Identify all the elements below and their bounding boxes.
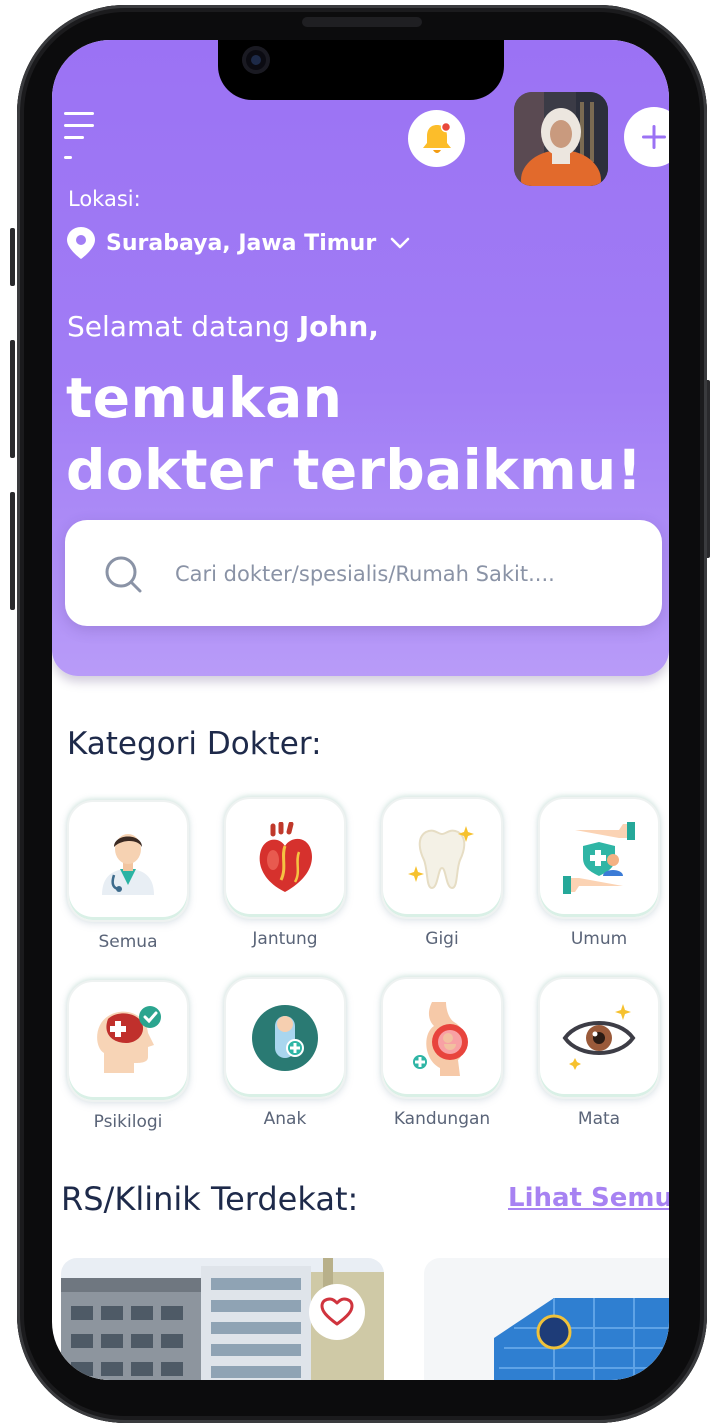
heart-outline-icon — [320, 1297, 354, 1326]
clinics-title: RS/Klinik Terdekat: — [61, 1180, 359, 1218]
headline-line-1: temukan — [66, 366, 343, 430]
search-icon[interactable] — [103, 554, 143, 594]
headline-line-2: dokter terbaikmu! — [66, 438, 643, 502]
category-psikologi[interactable]: Psikilogi — [66, 980, 190, 1132]
heart-organ-icon — [259, 822, 312, 892]
category-gigi[interactable]: Gigi — [380, 797, 504, 949]
plus-icon — [642, 125, 666, 149]
category-tile[interactable] — [224, 977, 346, 1099]
baby-icon — [252, 1005, 318, 1071]
add-button[interactable] — [624, 107, 669, 167]
greeting: Selamat datang John, — [67, 310, 379, 343]
search-bar[interactable] — [65, 520, 662, 628]
front-camera — [242, 46, 270, 74]
header-panel: Lokasi: Surabaya, Jawa Timur Selamat dat… — [52, 40, 669, 676]
category-label: Gigi — [425, 929, 459, 949]
user-photo — [514, 92, 608, 186]
app-screen: Lokasi: Surabaya, Jawa Timur Selamat dat… — [52, 40, 669, 1380]
page-title: temukan dokter terbaikmu! — [66, 362, 642, 506]
category-label: Umum — [570, 929, 628, 949]
category-tile[interactable] — [538, 977, 660, 1099]
category-kandungan[interactable]: Kandungan — [380, 977, 504, 1129]
brain-icon — [97, 1006, 161, 1073]
tooth-icon — [408, 826, 474, 890]
search-input[interactable] — [173, 520, 647, 628]
doctor-icon — [102, 834, 154, 895]
notification-button[interactable] — [408, 110, 465, 167]
phone-speaker — [302, 17, 422, 27]
see-all-link[interactable]: Lihat Semua — [508, 1183, 669, 1213]
category-label: Psikilogi — [93, 1112, 163, 1132]
location-selector[interactable]: Surabaya, Jawa Timur — [66, 226, 410, 260]
clinic-card[interactable] — [424, 1258, 669, 1380]
health-care-icon — [563, 822, 635, 894]
clinic-photo — [424, 1258, 669, 1380]
bell-icon — [422, 121, 451, 153]
menu-icon[interactable] — [64, 112, 96, 164]
categories-title: Kategori Dokter: — [67, 726, 322, 762]
favorite-button[interactable] — [309, 1284, 365, 1340]
category-umum[interactable]: Umum — [537, 797, 661, 949]
category-tile[interactable] — [538, 797, 660, 919]
greeting-prefix: Selamat datang — [67, 310, 299, 343]
clinic-card[interactable] — [61, 1258, 384, 1380]
category-tile[interactable] — [67, 980, 189, 1102]
category-label: Jantung — [252, 929, 318, 949]
category-semua[interactable]: Semua — [66, 800, 190, 952]
category-label: Mata — [577, 1109, 621, 1129]
category-label: Semua — [98, 932, 158, 952]
location-label: Lokasi: — [68, 187, 141, 211]
chevron-down-icon — [390, 237, 410, 249]
pregnancy-icon — [411, 1002, 468, 1076]
category-tile[interactable] — [224, 797, 346, 919]
eye-icon — [562, 1004, 636, 1070]
map-pin-icon — [67, 227, 95, 259]
category-tile[interactable] — [67, 800, 189, 922]
category-label: Kandungan — [393, 1109, 491, 1129]
category-tile[interactable] — [381, 797, 503, 919]
location-value: Surabaya, Jawa Timur — [106, 230, 377, 256]
greeting-name: John, — [298, 310, 379, 343]
avatar[interactable] — [514, 92, 608, 186]
category-mata[interactable]: Mata — [537, 977, 661, 1129]
phone-volume-down — [10, 492, 15, 610]
category-label: Anak — [263, 1109, 307, 1129]
phone-silent-switch — [10, 228, 15, 286]
category-jantung[interactable]: Jantung — [223, 797, 347, 949]
category-anak[interactable]: Anak — [223, 977, 347, 1129]
category-tile[interactable] — [381, 977, 503, 1099]
phone-volume-up — [10, 340, 15, 458]
